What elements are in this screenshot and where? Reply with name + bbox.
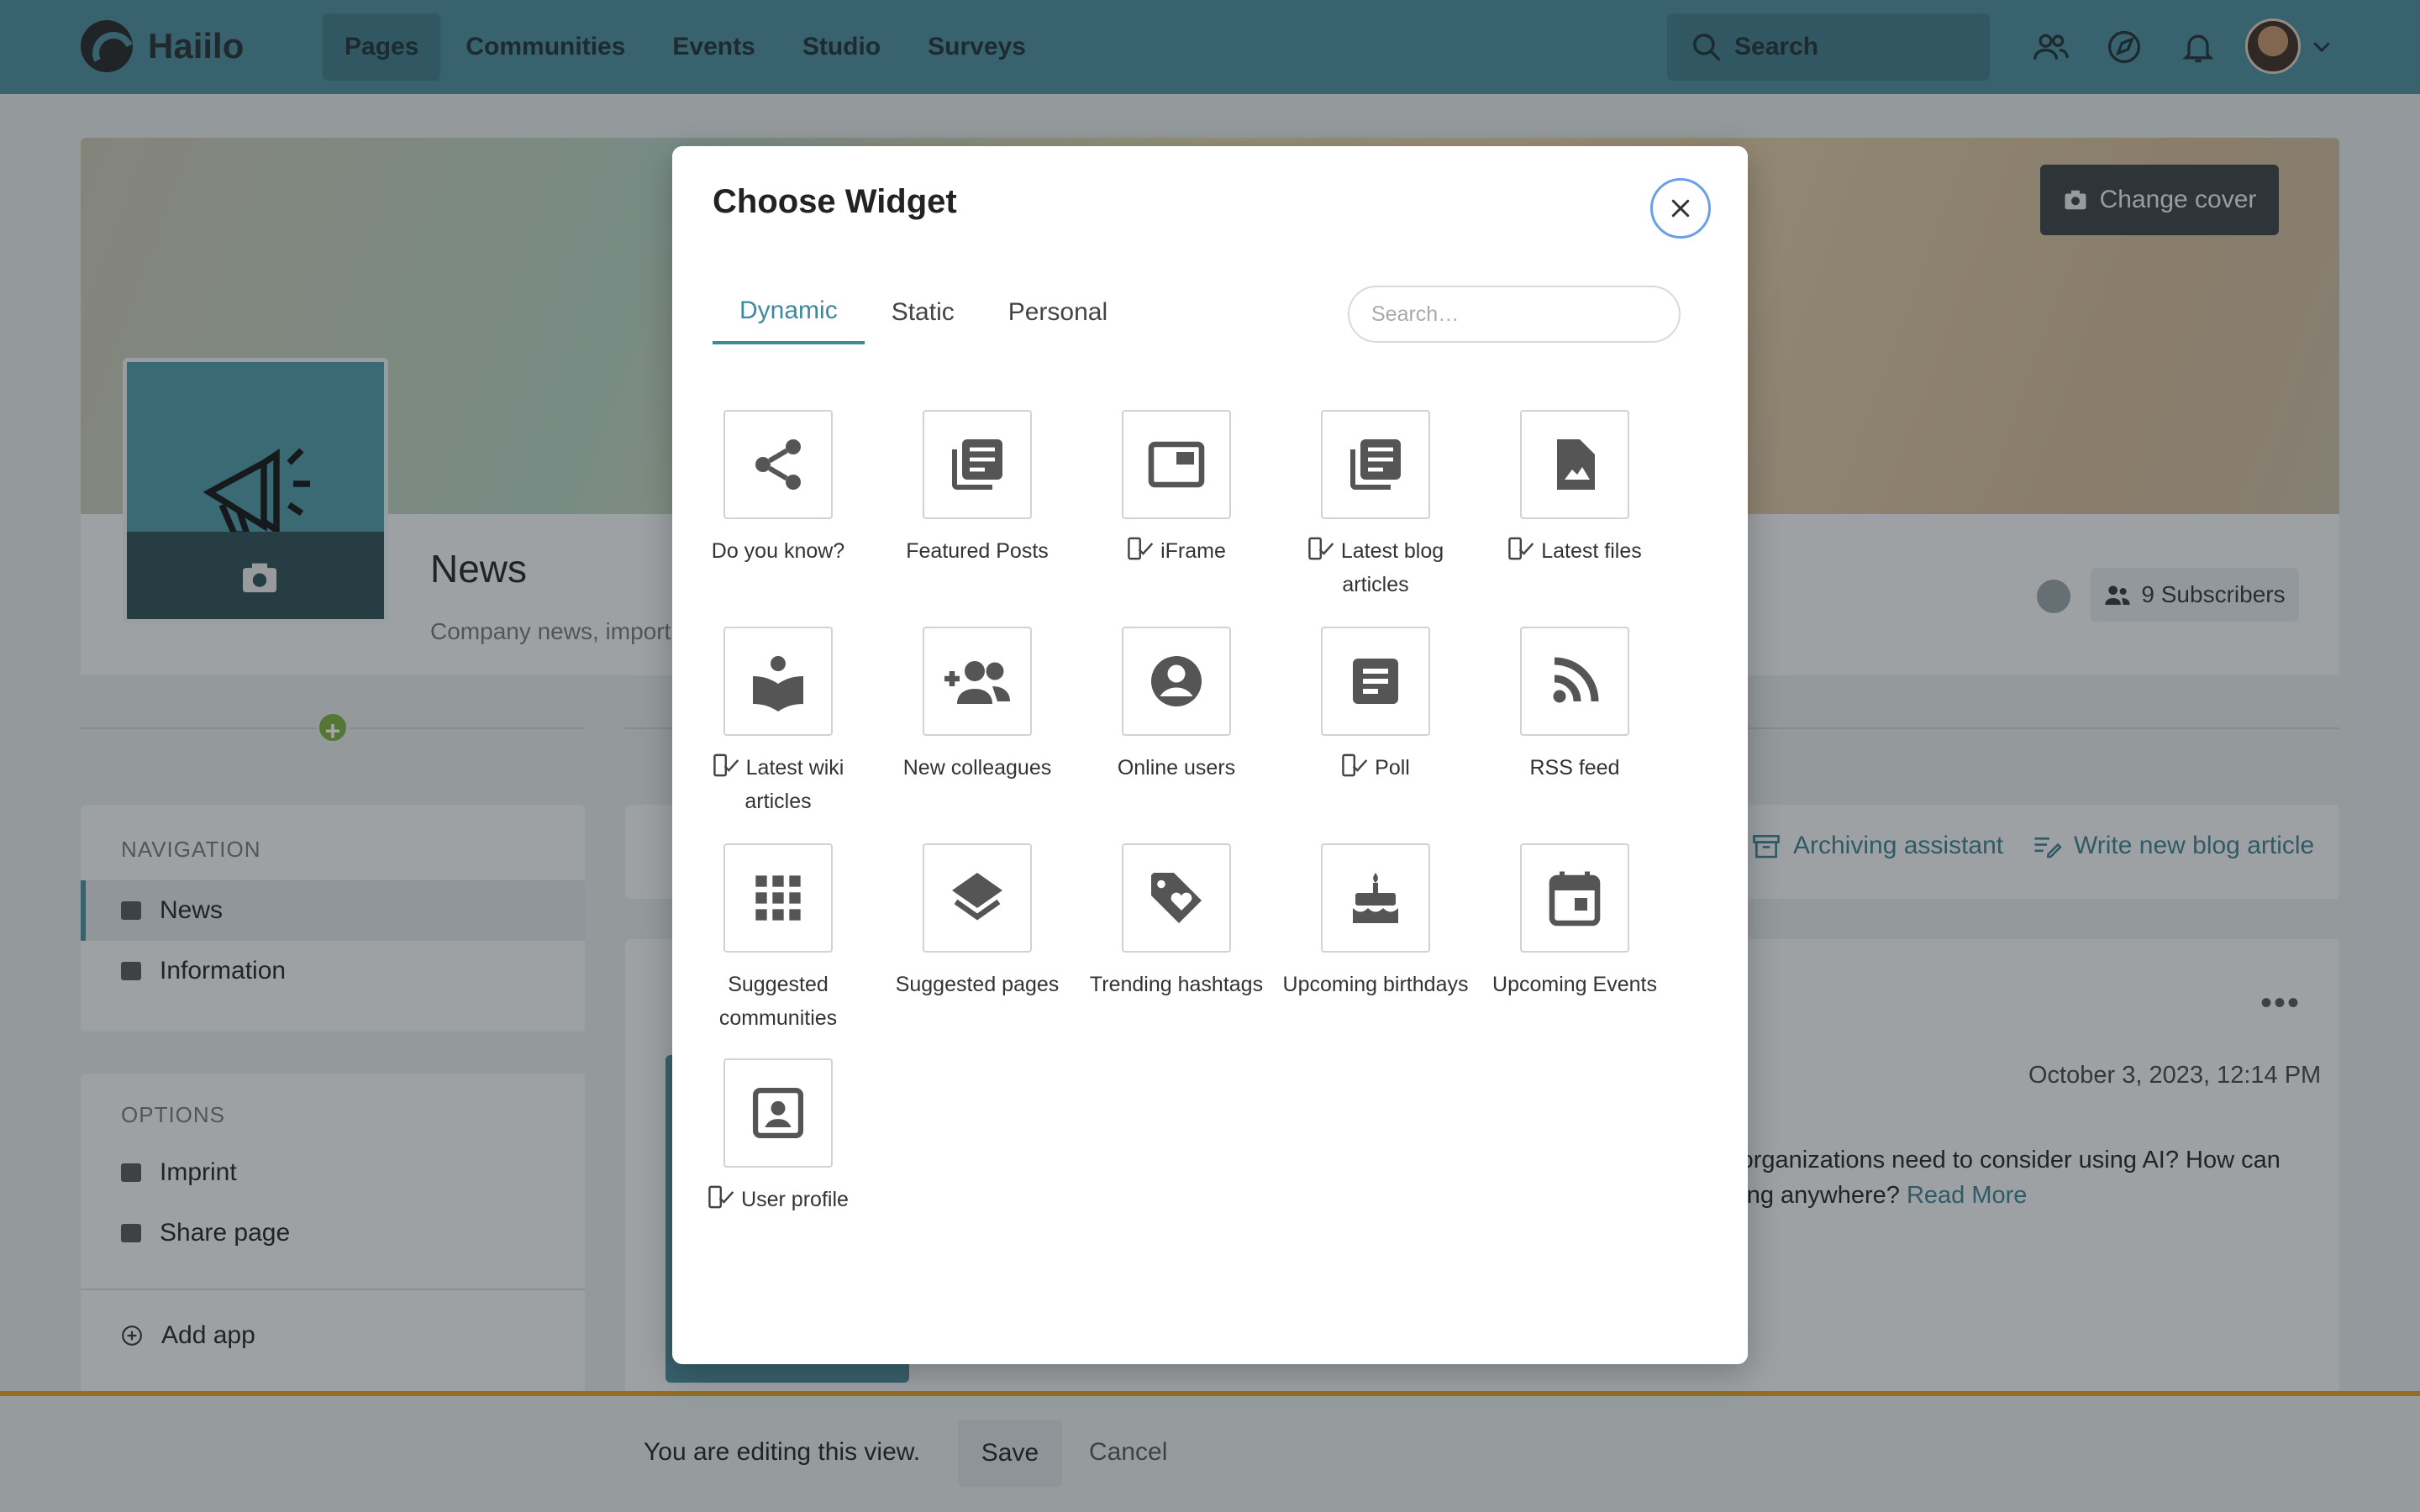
widget-latest-blog-articles[interactable]: Latest blog articles	[1276, 410, 1475, 601]
newspaper-icon	[952, 439, 1002, 490]
widget-new-colleagues[interactable]: New colleagues	[878, 627, 1076, 785]
dialog-title: Choose Widget	[713, 183, 957, 220]
tab-personal[interactable]: Personal	[981, 281, 1134, 344]
widget-tile	[723, 843, 833, 953]
widget-label: Latest files	[1476, 534, 1674, 568]
widget-label-text: User profile	[741, 1188, 849, 1211]
widget-tile	[1122, 410, 1231, 519]
widget-trending-hashtags[interactable]: Trending hashtags	[1077, 843, 1276, 1001]
widget-tile	[723, 627, 833, 736]
widget-tile	[1321, 843, 1430, 953]
widget-label: Latest blog articles	[1276, 534, 1475, 601]
widget-featured-posts[interactable]: Featured Posts	[878, 410, 1076, 568]
widget-label: RSS feed	[1529, 756, 1620, 780]
widget-label: Trending hashtags	[1089, 973, 1264, 996]
widget-label: Do you know?	[711, 539, 845, 563]
widget-tile	[923, 410, 1032, 519]
calendar-icon	[1549, 871, 1601, 927]
widget-tile	[1520, 627, 1629, 736]
newspaper-icon	[1350, 439, 1401, 490]
grid-icon	[755, 875, 801, 921]
widget-latest-files[interactable]: Latest files	[1476, 410, 1674, 568]
widget-online-users[interactable]: Online users	[1077, 627, 1276, 785]
widget-tile	[1122, 843, 1231, 953]
widget-iframe[interactable]: iFrame	[1077, 410, 1276, 568]
widget-suggested-communities[interactable]: Suggested communities	[679, 843, 877, 1035]
widget-label: Upcoming Events	[1492, 973, 1657, 996]
close-button[interactable]	[1650, 178, 1711, 239]
widget-label: iFrame	[1077, 534, 1276, 568]
widget-upcoming-events[interactable]: Upcoming Events	[1476, 843, 1674, 1001]
group-add-icon	[944, 661, 1010, 704]
rss-icon	[1553, 657, 1599, 703]
book-reader-icon	[753, 656, 803, 711]
widget-label: New colleagues	[902, 756, 1052, 780]
widget-tile	[1321, 627, 1430, 736]
widget-label-text: iFrame	[1160, 539, 1226, 563]
widget-tile	[723, 410, 833, 519]
mobile-check-icon	[713, 753, 739, 777]
tab-dynamic[interactable]: Dynamic	[713, 281, 865, 344]
widget-upcoming-birthdays[interactable]: Upcoming birthdays	[1276, 843, 1475, 1001]
widget-tabs: Dynamic Static Personal	[713, 281, 1134, 344]
widget-poll[interactable]: Poll	[1276, 627, 1475, 785]
widget-do-you-know[interactable]: Do you know?	[679, 410, 877, 568]
close-icon	[1671, 199, 1690, 218]
mobile-check-icon	[1342, 753, 1368, 777]
widget-label: Featured Posts	[906, 539, 1049, 563]
widget-tile	[1122, 627, 1231, 736]
widget-label-text: Latest blog articles	[1340, 539, 1444, 596]
tag-heart-icon	[1151, 873, 1202, 923]
widget-suggested-pages[interactable]: Suggested pages	[878, 843, 1076, 1001]
layers-icon	[952, 873, 1002, 921]
widget-label: Latest wiki articles	[679, 751, 877, 818]
widget-tile	[1520, 843, 1629, 953]
poll-icon	[1353, 659, 1398, 704]
cake-icon	[1353, 873, 1398, 923]
widget-tile	[723, 1058, 833, 1168]
widget-user-profile[interactable]: User profile	[679, 1058, 877, 1216]
mobile-check-icon	[708, 1185, 734, 1209]
widget-label-text: Latest wiki articles	[744, 756, 844, 813]
choose-widget-dialog: Choose Widget Dynamic Static Personal Do…	[672, 146, 1748, 1364]
image-file-icon	[1557, 439, 1595, 490]
widget-label: Online users	[1117, 756, 1236, 780]
widget-label-text: Latest files	[1541, 539, 1642, 563]
widget-label: Upcoming birthdays	[1282, 973, 1469, 996]
widget-tile	[923, 843, 1032, 953]
account-circle-icon	[1151, 656, 1202, 706]
widget-label: User profile	[679, 1183, 877, 1216]
widget-label: Suggested pages	[895, 973, 1060, 996]
widget-search-input[interactable]	[1348, 286, 1681, 343]
mobile-check-icon	[1308, 537, 1334, 560]
mobile-check-icon	[1508, 537, 1534, 560]
widget-rss-feed[interactable]: RSS feed	[1476, 627, 1674, 785]
widget-label-text: Poll	[1375, 756, 1410, 780]
widget-label: Poll	[1276, 751, 1475, 785]
widget-label: Suggested communities	[718, 973, 838, 1030]
mobile-check-icon	[1128, 537, 1154, 560]
user-profile-icon	[752, 1087, 804, 1139]
iframe-icon	[1148, 441, 1205, 488]
widget-tile	[1321, 410, 1430, 519]
tab-static[interactable]: Static	[865, 281, 981, 344]
share-icon	[755, 439, 801, 490]
widget-latest-wiki-articles[interactable]: Latest wiki articles	[679, 627, 877, 818]
widget-tile	[923, 627, 1032, 736]
widget-tile	[1520, 410, 1629, 519]
